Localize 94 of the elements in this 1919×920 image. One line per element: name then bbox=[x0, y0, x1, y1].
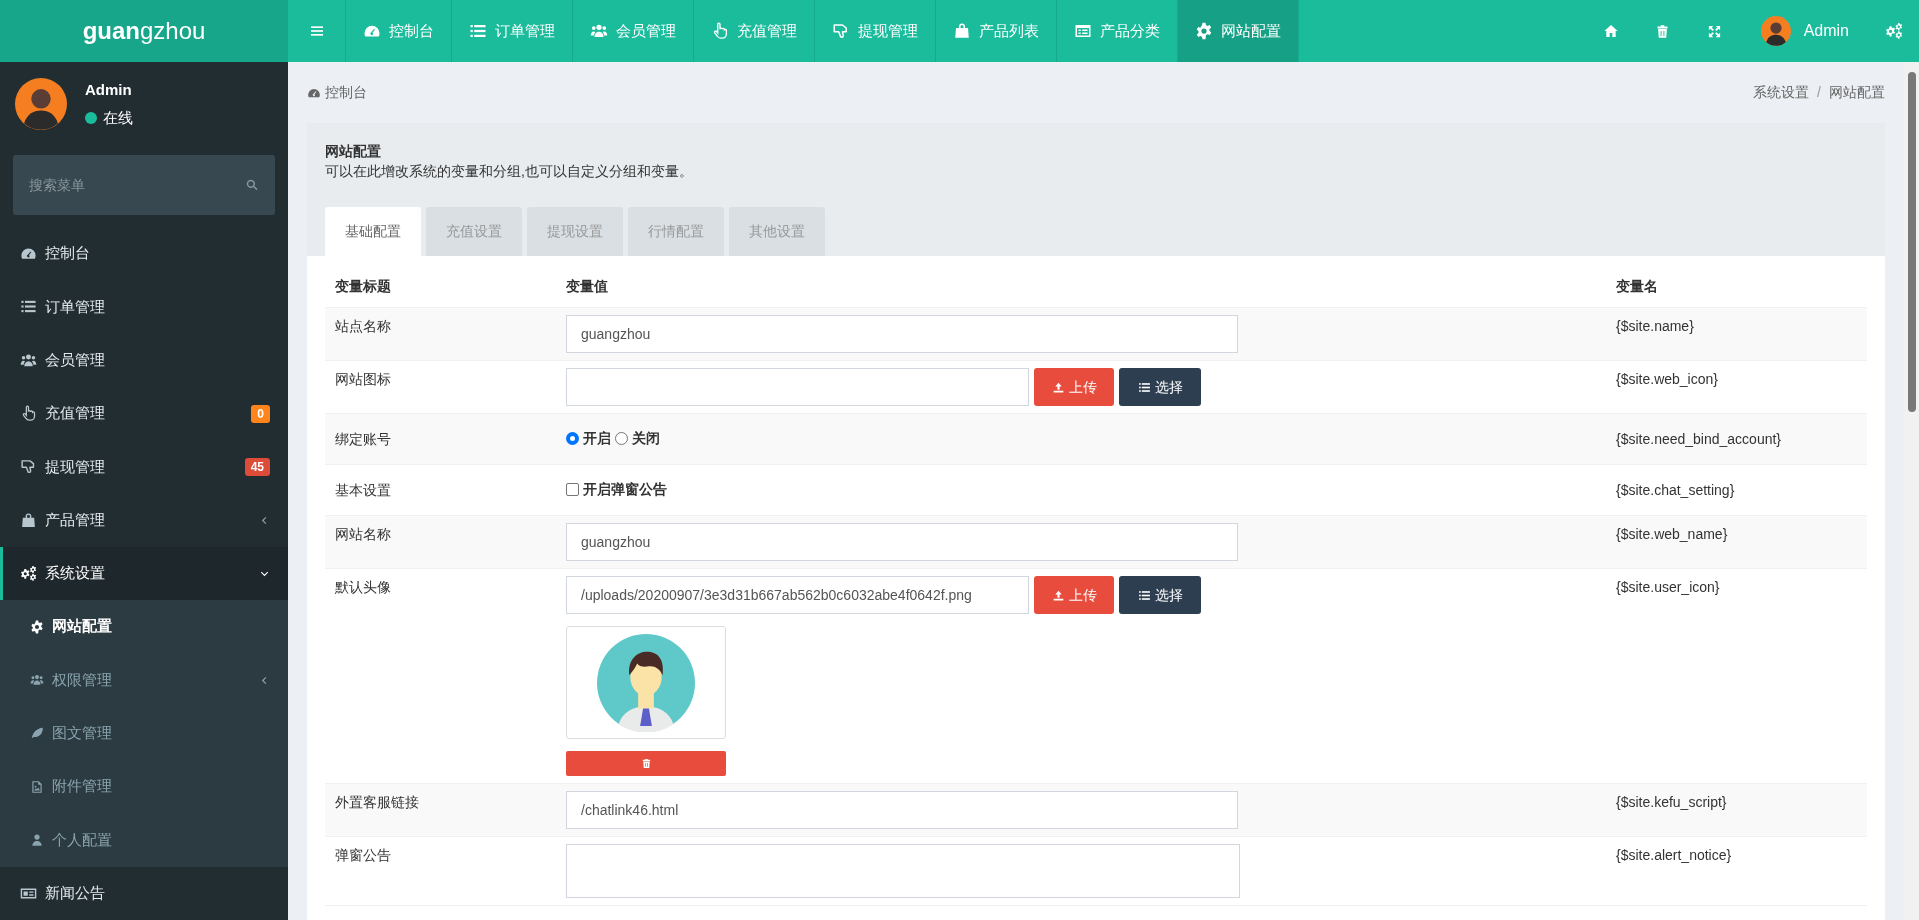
hand-icon bbox=[832, 22, 850, 40]
text-area[interactable] bbox=[566, 844, 1240, 898]
sidebar-item[interactable]: 充值管理 0 bbox=[0, 386, 288, 441]
trash-icon bbox=[1655, 23, 1671, 39]
gears-icon bbox=[20, 564, 37, 582]
variable-name: {$site.alert_notice} bbox=[1616, 846, 1733, 865]
variable-title: 弹窗公告 bbox=[335, 846, 392, 865]
input-field[interactable] bbox=[566, 368, 1029, 406]
search-icon bbox=[245, 178, 259, 192]
sidebar-subitem[interactable]: 图文管理 bbox=[0, 706, 288, 760]
user-name: Admin bbox=[85, 79, 133, 100]
user-name[interactable]: Admin bbox=[1803, 19, 1849, 43]
choose-button[interactable]: 选择 bbox=[1119, 368, 1201, 406]
expand-icon bbox=[1707, 23, 1723, 39]
sidebar-subitem[interactable]: 网站配置 bbox=[0, 600, 288, 654]
variable-name: {$site.kefu_script} bbox=[1616, 793, 1728, 812]
breadcrumb-link[interactable]: 网站配置 bbox=[1829, 82, 1885, 103]
users-icon bbox=[30, 673, 44, 687]
settings-icon bbox=[30, 619, 44, 634]
online-status: 在线 bbox=[103, 108, 133, 128]
breadcrumb-home[interactable]: 控制台 bbox=[307, 82, 367, 103]
card-icon bbox=[1074, 22, 1092, 40]
checkbox[interactable] bbox=[566, 483, 579, 496]
settings-icon bbox=[1195, 22, 1213, 40]
option-label: 开启 bbox=[583, 429, 611, 448]
sidebar-item[interactable]: 新闻公告 bbox=[0, 866, 288, 920]
input-field[interactable]: /chatlink46.html bbox=[566, 791, 1238, 829]
upload-icon bbox=[1051, 588, 1065, 602]
pointing-hand-icon bbox=[20, 405, 37, 423]
upload-icon bbox=[1051, 380, 1065, 394]
choose-button[interactable]: 选择 bbox=[1119, 576, 1201, 614]
trash-icon bbox=[640, 758, 652, 769]
sidebar-item[interactable]: 控制台 bbox=[0, 227, 288, 281]
users-icon bbox=[20, 351, 37, 369]
radio-button[interactable] bbox=[615, 432, 628, 445]
shopping-bag-icon bbox=[953, 22, 971, 40]
sidebar-item[interactable]: 订单管理 bbox=[0, 280, 288, 334]
tab[interactable]: 基础配置 bbox=[325, 207, 421, 256]
input-field[interactable]: /uploads/20200907/3e3d31b667ab562b0c6032abe4f0642f.png bbox=[566, 576, 1029, 614]
sidebar-subitem[interactable]: 附件管理 bbox=[0, 759, 288, 814]
menu-icon bbox=[308, 23, 325, 39]
variable-title: 站点名称 bbox=[335, 317, 392, 336]
gears-icon bbox=[1885, 22, 1903, 40]
breadcrumb-link[interactable]: 系统设置 bbox=[1753, 82, 1810, 103]
home-icon bbox=[1602, 23, 1619, 39]
checkbox-label: 开启弹窗公告 bbox=[583, 480, 667, 499]
radio-button[interactable] bbox=[566, 432, 579, 445]
variable-title: 绑定账号 bbox=[335, 430, 392, 449]
upload-button[interactable]: 上传 bbox=[1034, 368, 1114, 406]
sidebar-subitem[interactable]: 个人配置 bbox=[0, 813, 288, 867]
delete-image-button[interactable] bbox=[566, 751, 726, 776]
sidebar-item[interactable]: 系统设置 bbox=[0, 546, 288, 601]
sidebar-item[interactable]: 产品管理 bbox=[0, 493, 288, 547]
avatar bbox=[15, 78, 67, 130]
count-badge: 45 bbox=[244, 457, 270, 476]
sidebar-item[interactable]: 提现管理 45 bbox=[0, 440, 288, 494]
variable-name: {$site.user_icon} bbox=[1616, 578, 1721, 597]
input-field[interactable]: guangzhou bbox=[566, 315, 1238, 353]
image-icon bbox=[30, 779, 44, 794]
list-icon bbox=[1137, 380, 1151, 394]
variable-title: 网站图标 bbox=[335, 370, 392, 389]
option-label: 关闭 bbox=[632, 429, 660, 448]
variable-name: {$site.web_icon} bbox=[1616, 370, 1719, 389]
scrollbar[interactable] bbox=[1904, 62, 1919, 920]
column-header: 变量值 bbox=[565, 277, 609, 296]
sidebar-subitem[interactable]: 权限管理 bbox=[0, 653, 288, 707]
avatar bbox=[1760, 16, 1791, 46]
nav-tab[interactable]: 网站配置 bbox=[1178, 0, 1299, 62]
upload-button[interactable]: 上传 bbox=[1034, 576, 1114, 614]
variable-name: {$site.chat_setting} bbox=[1616, 481, 1736, 500]
users-icon bbox=[590, 22, 608, 40]
pointing-hand-icon bbox=[711, 22, 729, 40]
leaf-icon bbox=[30, 726, 44, 741]
column-header: 变量标题 bbox=[334, 277, 392, 296]
variable-title: 外置客服链接 bbox=[335, 793, 420, 812]
variable-name: {$site.need_bind_account} bbox=[1616, 430, 1783, 449]
variable-title: 基本设置 bbox=[335, 481, 392, 500]
hand-icon bbox=[20, 458, 37, 476]
variable-title: 网站名称 bbox=[335, 525, 392, 544]
list-icon bbox=[1137, 588, 1151, 602]
panel-title: 网站配置 bbox=[325, 142, 382, 161]
column-header: 变量名 bbox=[1615, 277, 1659, 296]
user-icon bbox=[30, 832, 44, 847]
shopping-bag-icon bbox=[20, 511, 37, 529]
variable-name: {$site.name} bbox=[1616, 317, 1695, 336]
count-badge: 0 bbox=[251, 404, 270, 423]
variable-name: {$site.web_name} bbox=[1616, 525, 1729, 544]
panel-description: 可以在此增改系统的变量和分组,也可以自定义分组和变量。 bbox=[325, 162, 694, 181]
sidebar-item[interactable]: 会员管理 bbox=[0, 333, 288, 387]
list-icon bbox=[469, 22, 487, 40]
input-field[interactable]: guangzhou bbox=[566, 523, 1238, 561]
breadcrumb-separator: / bbox=[1817, 83, 1821, 102]
search-field[interactable]: 搜索菜单 bbox=[13, 155, 275, 215]
variable-title: 默认头像 bbox=[335, 578, 392, 597]
